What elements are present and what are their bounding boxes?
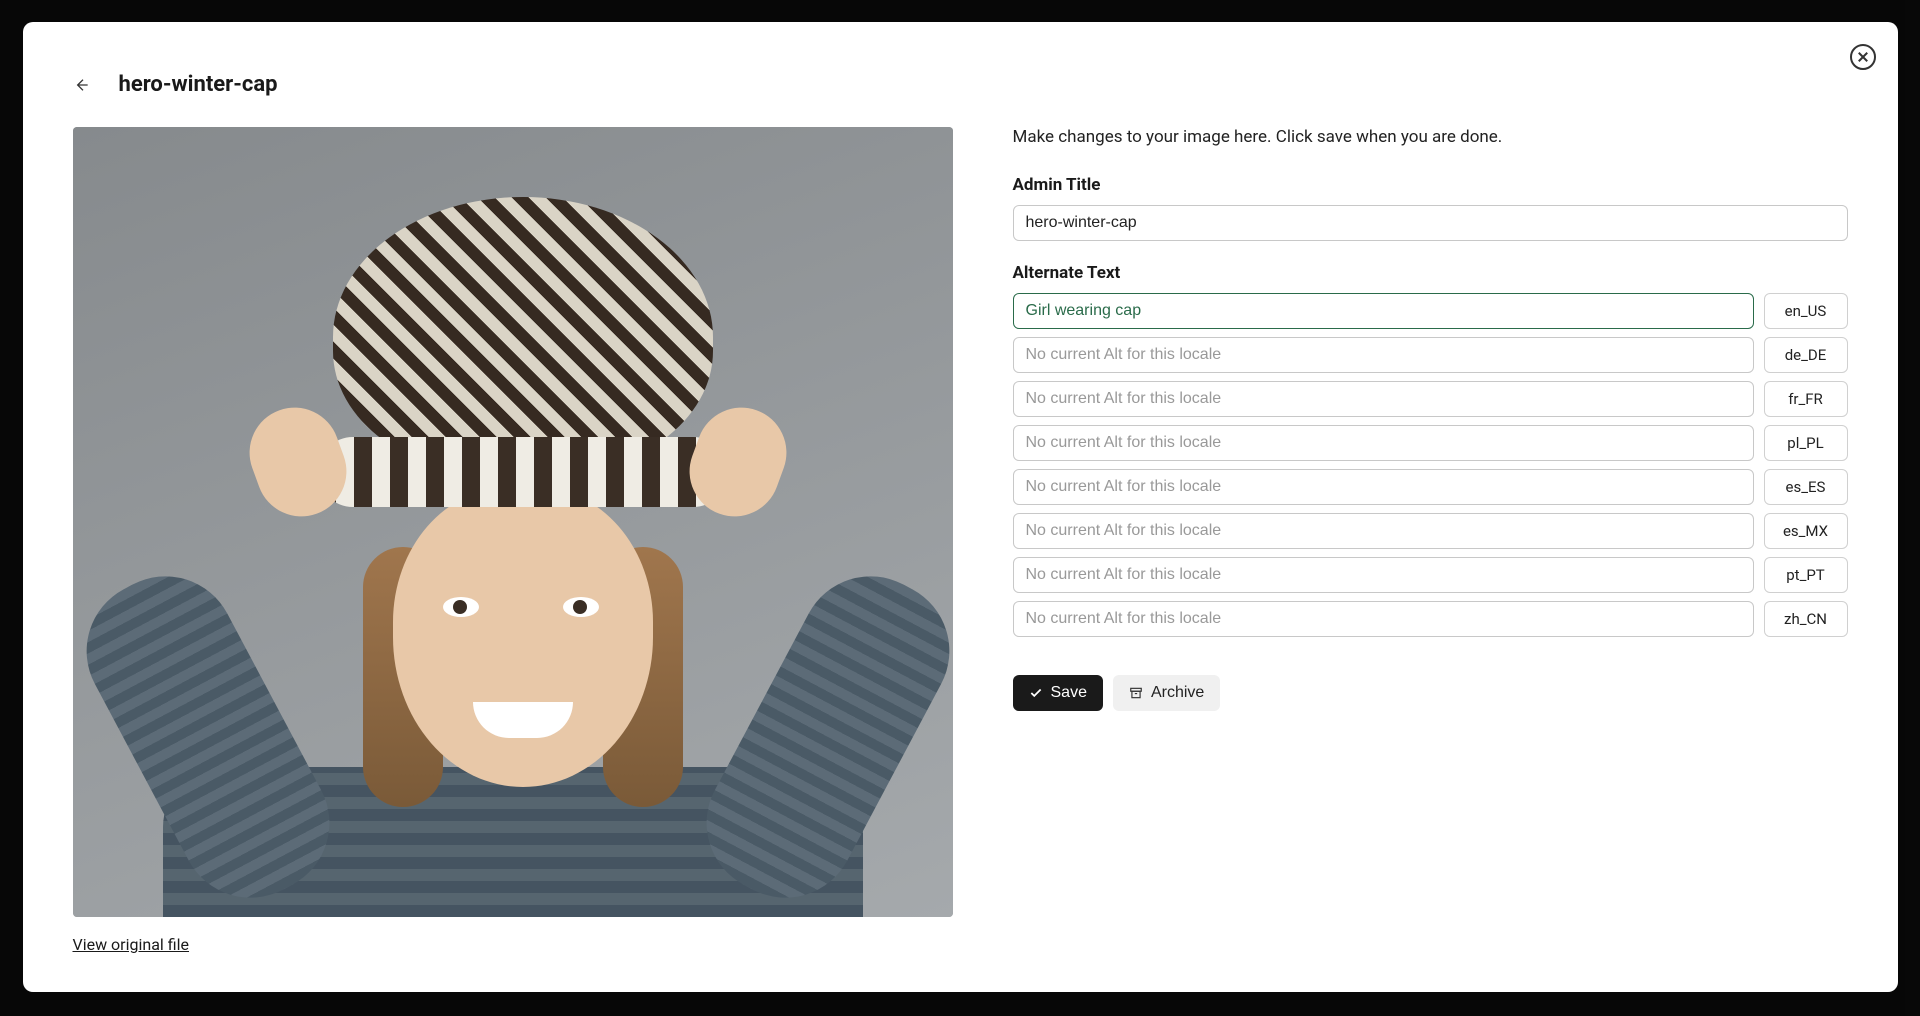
image-edit-modal: hero-winter-cap [23, 22, 1898, 992]
alt-text-input-es_MX[interactable] [1013, 513, 1754, 549]
alt-text-row: es_ES [1013, 469, 1848, 505]
alt-text-row: en_US [1013, 293, 1848, 329]
save-button-label: Save [1051, 684, 1087, 702]
alt-text-input-pl_PL[interactable] [1013, 425, 1754, 461]
alt-text-row: pl_PL [1013, 425, 1848, 461]
alt-text-row: zh_CN [1013, 601, 1848, 637]
alt-text-label: Alternate Text [1013, 263, 1848, 283]
view-original-link[interactable]: View original file [73, 935, 190, 954]
admin-title-input[interactable] [1013, 205, 1848, 241]
locale-badge: pt_PT [1764, 557, 1848, 593]
alt-text-input-es_ES[interactable] [1013, 469, 1754, 505]
admin-title-label: Admin Title [1013, 175, 1848, 195]
modal-overlay: hero-winter-cap [0, 0, 1920, 1016]
alt-text-group: Alternate Text en_US de_DE fr_FR pl_PL es_ES… [1013, 263, 1848, 645]
alt-text-input-pt_PT[interactable] [1013, 557, 1754, 593]
alt-text-input-fr_FR[interactable] [1013, 381, 1754, 417]
modal-title: hero-winter-cap [119, 72, 278, 97]
button-row: Save Archive [1013, 675, 1848, 711]
modal-body: View original file Make changes to your … [73, 127, 1848, 962]
alt-text-row: de_DE [1013, 337, 1848, 373]
alt-text-input-en_US[interactable] [1013, 293, 1754, 329]
locale-badge: es_MX [1764, 513, 1848, 549]
close-button[interactable] [1850, 44, 1876, 70]
save-button[interactable]: Save [1013, 675, 1103, 711]
locale-badge: de_DE [1764, 337, 1848, 373]
admin-title-group: Admin Title [1013, 175, 1848, 241]
archive-icon [1129, 686, 1143, 700]
alt-text-row: pt_PT [1013, 557, 1848, 593]
alt-text-input-zh_CN[interactable] [1013, 601, 1754, 637]
alt-text-row: fr_FR [1013, 381, 1848, 417]
image-preview [73, 127, 953, 917]
form-column: Make changes to your image here. Click s… [1013, 127, 1848, 962]
locale-badge: es_ES [1764, 469, 1848, 505]
archive-button-label: Archive [1151, 684, 1204, 702]
alt-text-input-de_DE[interactable] [1013, 337, 1754, 373]
locale-badge: pl_PL [1764, 425, 1848, 461]
locale-badge: fr_FR [1764, 381, 1848, 417]
back-arrow-icon[interactable] [73, 77, 89, 93]
alt-text-row: es_MX [1013, 513, 1848, 549]
archive-button[interactable]: Archive [1113, 675, 1220, 711]
check-icon [1029, 686, 1043, 700]
modal-header: hero-winter-cap [73, 72, 1848, 97]
image-column: View original file [73, 127, 953, 962]
help-text: Make changes to your image here. Click s… [1013, 127, 1848, 147]
locale-badge: zh_CN [1764, 601, 1848, 637]
locale-badge: en_US [1764, 293, 1848, 329]
